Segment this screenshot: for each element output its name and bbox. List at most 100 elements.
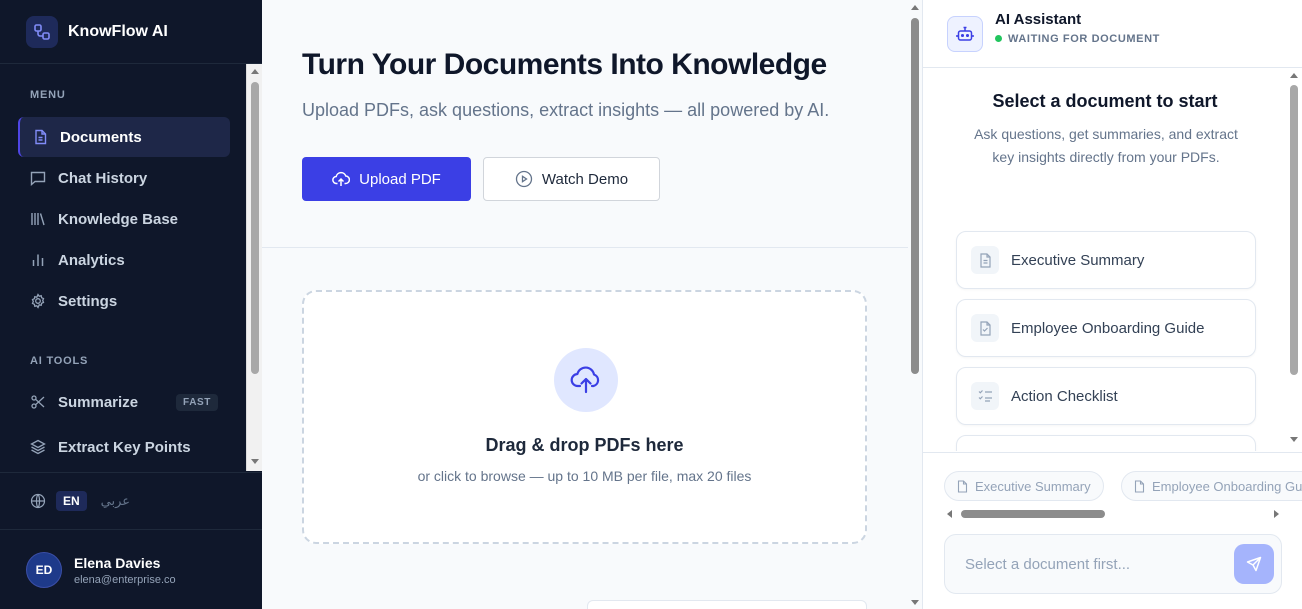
sidebar-item-extract-key-points[interactable]: Extract Key Points: [18, 427, 230, 467]
layers-icon: [30, 439, 46, 455]
sidebar-item-label: Extract Key Points: [58, 438, 191, 456]
document-icon: [957, 479, 968, 493]
suggestion-action-checklist[interactable]: Action Checklist: [956, 367, 1256, 425]
fast-badge: FAST: [176, 393, 218, 411]
status-dot-icon: [995, 35, 1002, 42]
suggestion-partial[interactable]: [956, 435, 1256, 451]
sidebar-item-analytics[interactable]: Analytics: [18, 240, 230, 280]
chip-executive-summary[interactable]: Executive Summary: [944, 471, 1104, 501]
dropzone-subtitle: or click to browse — up to 10 MB per fil…: [417, 468, 752, 484]
chat-composer: [944, 534, 1282, 594]
app-root: KnowFlow AI MENU Documents Chat History: [0, 0, 1302, 609]
document-icon: [971, 246, 999, 274]
sidebar-item-chat-history[interactable]: Chat History: [18, 158, 230, 198]
gear-icon: [30, 293, 46, 309]
assistant-panel: AI Assistant WAITING FOR DOCUMENT Select…: [922, 0, 1302, 609]
main-content: Turn Your Documents Into Knowledge Uploa…: [262, 0, 908, 609]
user-profile[interactable]: ED Elena Davies elena@enterprise.co: [0, 531, 262, 609]
sidebar-item-summarize[interactable]: Summarize FAST: [18, 382, 230, 422]
suggestion-label: Action Checklist: [1011, 387, 1118, 405]
assistant-status: WAITING FOR DOCUMENT: [995, 33, 1160, 45]
assistant-scrollbar[interactable]: [1286, 69, 1302, 451]
scroll-up-arrow-icon[interactable]: [911, 5, 919, 10]
menu-section-label: MENU: [30, 89, 66, 101]
watch-demo-label: Watch Demo: [541, 170, 629, 188]
document-icon: [32, 129, 48, 145]
scroll-down-arrow-icon[interactable]: [1290, 437, 1298, 442]
checklist-icon: [971, 382, 999, 410]
brand-header: KnowFlow AI: [0, 0, 262, 64]
assistant-title-wrap: AI Assistant WAITING FOR DOCUMENT: [995, 11, 1160, 45]
scroll-right-arrow-icon[interactable]: [1274, 510, 1279, 518]
suggestion-label: Executive Summary: [1011, 251, 1145, 269]
sidebar-scrollbar-thumb[interactable]: [251, 82, 259, 374]
empty-state-title: Select a document to start: [992, 91, 1218, 111]
chat-icon: [30, 170, 46, 186]
language-switcher: EN عربي: [0, 472, 262, 530]
workflow-icon: [26, 15, 58, 48]
scroll-up-arrow-icon[interactable]: [251, 69, 259, 74]
sidebar-scrollbar[interactable]: [246, 64, 262, 471]
suggestion-employee-onboarding-guide[interactable]: Employee Onboarding Guide: [956, 299, 1256, 357]
scroll-down-arrow-icon[interactable]: [911, 600, 919, 605]
assistant-scrollbar-thumb[interactable]: [1290, 85, 1298, 375]
empty-state-subtitle: Ask questions, get summaries, and extrac…: [974, 126, 1238, 165]
upload-pdf-button[interactable]: Upload PDF: [302, 157, 471, 201]
user-name: Elena Davies: [74, 554, 161, 571]
partial-card: [587, 600, 867, 609]
upload-pdf-label: Upload PDF: [359, 170, 441, 188]
avatar: ED: [26, 552, 62, 588]
user-email: elena@enterprise.co: [74, 573, 176, 586]
quick-chips: Executive Summary Employee Onboarding Gu…: [923, 452, 1302, 524]
chip-label: Employee Onboarding Guide: [1152, 478, 1302, 494]
watch-demo-button[interactable]: Watch Demo: [483, 157, 660, 201]
tools-section-label: AI TOOLS: [30, 355, 89, 367]
robot-icon: [947, 15, 983, 52]
chips-scrollbar-thumb[interactable]: [961, 510, 1105, 518]
scroll-left-arrow-icon[interactable]: [947, 510, 952, 518]
hero-section: Turn Your Documents Into Knowledge Uploa…: [262, 0, 908, 248]
page-subtitle: Upload PDFs, ask questions, extract insi…: [302, 100, 830, 120]
assistant-title: AI Assistant: [995, 10, 1082, 28]
sidebar-item-knowledge-base[interactable]: Knowledge Base: [18, 199, 230, 239]
bar-chart-icon: [30, 252, 46, 268]
scroll-down-arrow-icon[interactable]: [251, 459, 259, 464]
send-icon: [1246, 556, 1262, 572]
sidebar-nav: MENU Documents Chat History Knowledge Ba…: [0, 64, 262, 471]
cloud-upload-icon: [554, 348, 618, 412]
assistant-header: AI Assistant WAITING FOR DOCUMENT: [923, 0, 1302, 68]
main-scrollbar[interactable]: [908, 0, 922, 609]
sidebar-item-label: Documents: [60, 128, 142, 146]
suggestion-label: Employee Onboarding Guide: [1011, 319, 1205, 337]
status-text: WAITING FOR DOCUMENT: [1008, 32, 1160, 45]
send-button[interactable]: [1234, 544, 1274, 584]
chips-horizontal-scrollbar[interactable]: [947, 508, 1279, 520]
brand-name: KnowFlow AI: [68, 22, 168, 40]
chat-input[interactable]: [965, 553, 1225, 575]
sidebar-item-label: Settings: [58, 292, 118, 310]
sidebar-item-settings[interactable]: Settings: [18, 281, 230, 321]
sidebar: KnowFlow AI MENU Documents Chat History: [0, 0, 262, 609]
scroll-up-arrow-icon[interactable]: [1290, 73, 1298, 78]
sidebar-item-documents[interactable]: Documents: [18, 117, 230, 157]
page-title: Turn Your Documents Into Knowledge: [302, 48, 827, 81]
pdf-dropzone[interactable]: Drag & drop PDFs here or click to browse…: [302, 290, 867, 544]
chip-label: Executive Summary: [975, 478, 1091, 494]
dropzone-title: Drag & drop PDFs here: [485, 435, 684, 455]
assistant-body: Select a document to start Ask questions…: [923, 69, 1302, 451]
cloud-upload-icon: [332, 171, 351, 187]
chip-employee-onboarding[interactable]: Employee Onboarding Guide: [1121, 471, 1302, 501]
globe-icon: [30, 493, 46, 509]
sidebar-item-label: Chat History: [58, 169, 148, 187]
library-icon: [30, 211, 46, 227]
language-ar-button[interactable]: عربي: [101, 493, 130, 509]
user-info: Elena Davies elena@enterprise.co: [74, 555, 176, 586]
language-en-button[interactable]: EN: [56, 491, 87, 511]
main-scrollbar-thumb[interactable]: [911, 18, 919, 374]
sidebar-item-label: Summarize: [58, 393, 139, 411]
sidebar-item-label: Knowledge Base: [58, 210, 179, 228]
play-circle-icon: [515, 170, 533, 188]
file-icon: [971, 314, 999, 342]
suggestion-executive-summary[interactable]: Executive Summary: [956, 231, 1256, 289]
file-icon: [1134, 479, 1145, 493]
